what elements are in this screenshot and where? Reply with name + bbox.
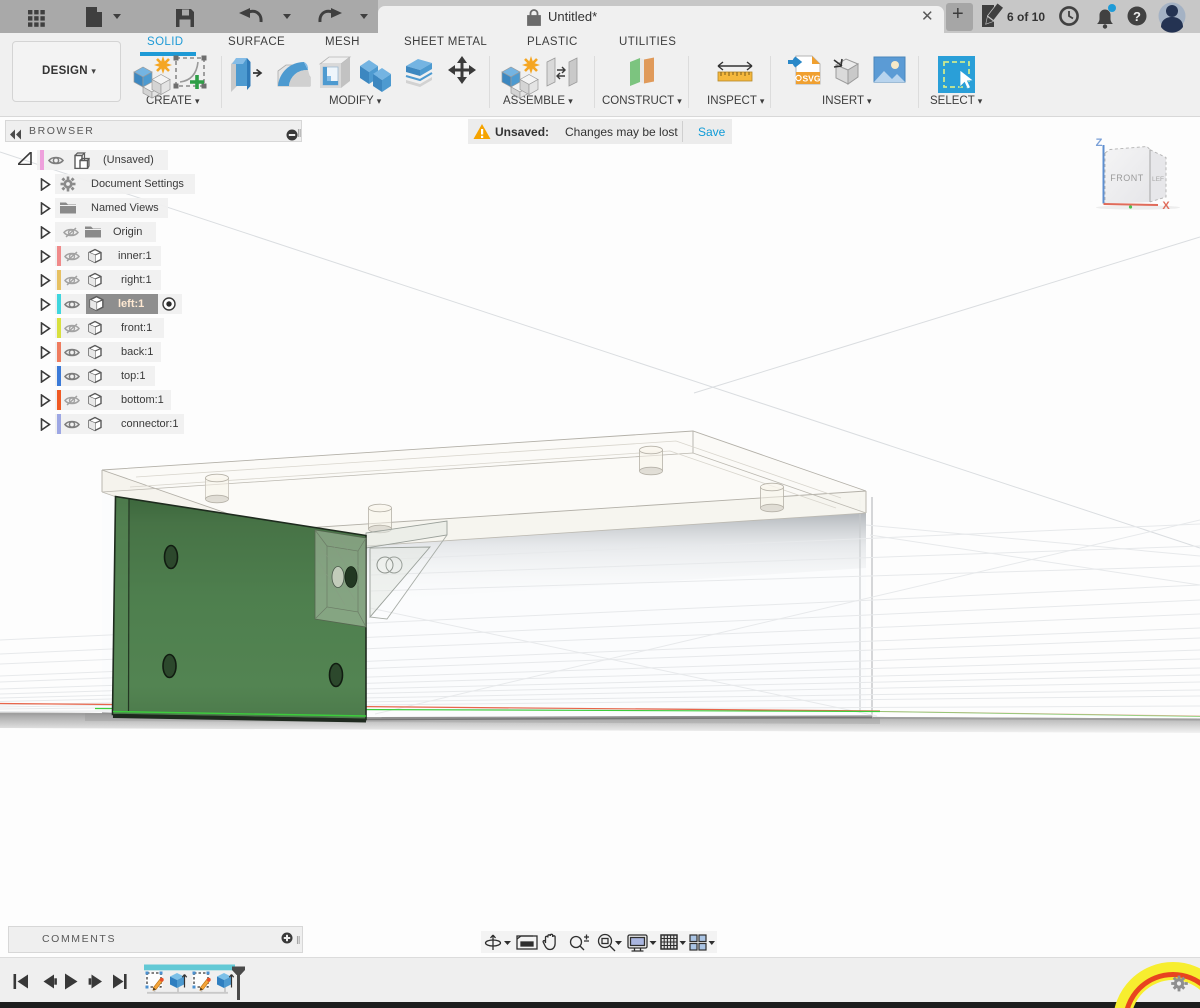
svg-text:X: X — [1162, 200, 1170, 212]
svg-text:Z: Z — [1096, 137, 1103, 149]
svg-text:FRONT: FRONT — [1110, 173, 1144, 183]
svg-text:SVG: SVG — [803, 74, 821, 84]
svg-text:LEF: LEF — [1152, 176, 1164, 183]
svg-text:?: ? — [1133, 9, 1141, 24]
